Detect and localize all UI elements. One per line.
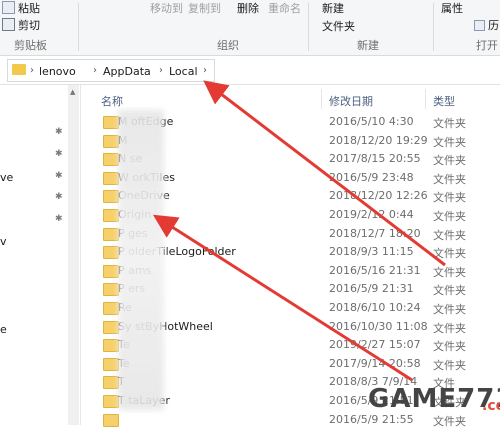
nav-item[interactable]: ve bbox=[0, 171, 13, 184]
file-date: 2017/8/15 20:55 bbox=[329, 152, 421, 166]
chevron-right-icon: › bbox=[30, 65, 34, 76]
properties-button[interactable]: 属性 bbox=[441, 0, 463, 16]
folder-icon bbox=[103, 357, 119, 371]
folder-icon bbox=[103, 264, 119, 278]
rename-button[interactable]: 重命名 bbox=[268, 0, 301, 16]
file-type: 文件夹 bbox=[433, 172, 466, 186]
folder-icon bbox=[103, 339, 119, 353]
group-organize-label: 组织 bbox=[217, 39, 239, 52]
file-date: 2019/2/12 0:44 bbox=[329, 208, 414, 221]
file-type: 文件夹 bbox=[433, 265, 466, 279]
folder-icon bbox=[103, 246, 119, 260]
breadcrumb-appdata[interactable]: AppData bbox=[103, 65, 151, 78]
file-type: 文件夹 bbox=[433, 135, 466, 149]
group-open-label: 打开 bbox=[476, 39, 498, 52]
file-date: 2016/10/30 11:08 bbox=[329, 319, 428, 333]
folder-icon bbox=[12, 64, 26, 75]
address-bar[interactable]: › lenovo › AppData › Local › bbox=[0, 56, 500, 85]
scroll-up-icon[interactable]: ▲ bbox=[70, 88, 75, 96]
file-date: 2018/6/10 10:24 bbox=[329, 301, 421, 314]
paste-button[interactable]: 粘贴 bbox=[2, 0, 40, 16]
column-divider[interactable] bbox=[321, 89, 322, 109]
file-type: 文件夹 bbox=[433, 191, 466, 205]
chevron-right-icon: › bbox=[159, 65, 163, 76]
nav-item[interactable]: v bbox=[0, 235, 7, 248]
file-date: 2016/5/9 23:48 bbox=[329, 170, 414, 184]
new-folder-label-1: 新建 bbox=[322, 2, 344, 15]
file-type: 文件夹 bbox=[433, 340, 466, 354]
watermark-main: GAME773 bbox=[368, 384, 500, 414]
file-date: 2019/2/27 15:07 bbox=[329, 338, 421, 352]
pin-icon[interactable]: ✱ bbox=[55, 149, 63, 159]
file-type: 文件夹 bbox=[433, 358, 466, 372]
delete-button[interactable]: 删除 bbox=[237, 0, 259, 16]
folder-icon bbox=[103, 209, 119, 222]
cut-label: 剪切 bbox=[18, 19, 40, 32]
column-header-date[interactable]: 修改日期 bbox=[329, 93, 373, 109]
nav-item[interactable]: e bbox=[0, 323, 7, 336]
file-type: 文件夹 bbox=[433, 117, 466, 130]
breadcrumb[interactable]: › lenovo › AppData › Local › bbox=[7, 59, 215, 82]
pin-icon[interactable]: ✱ bbox=[55, 171, 63, 181]
file-date: 2016/5/10 4:30 bbox=[329, 115, 414, 128]
cut-button[interactable]: 剪切 bbox=[2, 17, 40, 33]
file-date: 2016/5/16 21:31 bbox=[329, 263, 421, 277]
file-date: 2018/12/20 19:29 bbox=[329, 133, 428, 147]
pin-icon[interactable]: ✱ bbox=[55, 192, 63, 202]
file-type: 文件夹 bbox=[433, 228, 466, 242]
pin-icon[interactable]: ✱ bbox=[55, 127, 63, 137]
group-clipboard-label: 剪贴板 bbox=[14, 39, 47, 52]
file-type: 文件夹 bbox=[433, 303, 466, 316]
copy-to-button[interactable]: 复制到 bbox=[188, 0, 221, 16]
folder-icon bbox=[103, 302, 119, 315]
file-type: 文件夹 bbox=[433, 284, 466, 298]
folder-icon bbox=[103, 134, 119, 148]
folder-icon bbox=[103, 283, 119, 297]
folder-icon bbox=[103, 227, 119, 241]
move-to-button[interactable]: 移动到 bbox=[150, 0, 183, 16]
history-label: 历 bbox=[488, 19, 499, 32]
file-type: 文件夹 bbox=[433, 154, 466, 168]
scissors-icon bbox=[2, 18, 15, 31]
paste-icon bbox=[2, 1, 15, 14]
ribbon-divider bbox=[308, 3, 309, 51]
folder-icon bbox=[103, 376, 119, 390]
file-date: 2018/12/7 18:20 bbox=[329, 226, 421, 240]
watermark-logo: GAME773 .com bbox=[368, 380, 500, 425]
folder-icon bbox=[103, 190, 119, 204]
history-button[interactable]: 历 bbox=[474, 17, 499, 33]
breadcrumb-local[interactable]: Local bbox=[169, 65, 198, 78]
navigation-pane: ✱ ✱ ve ✱ ✱ ✱ v e ▲ bbox=[0, 85, 81, 425]
file-date: 2018/9/3 11:15 bbox=[329, 245, 414, 259]
folder-icon bbox=[103, 153, 119, 167]
ribbon-divider bbox=[433, 3, 434, 51]
ribbon: 粘贴 剪切 剪贴板 移动到 复制到 删除 重命名 组织 新建 文件夹 新建 属性… bbox=[0, 0, 500, 56]
file-date: 2016/5/9 21:31 bbox=[329, 282, 414, 296]
file-type: 文件夹 bbox=[433, 321, 466, 335]
column-divider[interactable] bbox=[425, 89, 426, 109]
paste-label: 粘贴 bbox=[18, 2, 40, 15]
column-header-type[interactable]: 类型 bbox=[433, 93, 455, 109]
column-header-name[interactable]: 名称 bbox=[101, 93, 123, 109]
pin-icon[interactable]: ✱ bbox=[55, 214, 63, 224]
folder-icon bbox=[103, 395, 119, 408]
nav-scrollbar[interactable] bbox=[68, 85, 79, 425]
folder-icon bbox=[103, 116, 119, 129]
breadcrumb-lenovo[interactable]: lenovo bbox=[39, 65, 76, 78]
new-folder-label-2: 文件夹 bbox=[322, 20, 355, 33]
watermark-suffix: .com bbox=[482, 398, 500, 414]
file-date: 2018/12/20 12:26 bbox=[329, 189, 428, 203]
folder-icon bbox=[103, 171, 119, 185]
folder-icon bbox=[103, 320, 119, 334]
file-type: 文件夹 bbox=[433, 210, 466, 223]
chevron-right-icon[interactable]: › bbox=[203, 65, 207, 76]
chevron-right-icon: › bbox=[93, 65, 97, 76]
privacy-blur bbox=[118, 110, 164, 410]
group-new-label: 新建 bbox=[357, 39, 379, 52]
file-type: 文件夹 bbox=[433, 247, 466, 261]
file-date: 2017/9/14 20:58 bbox=[329, 356, 421, 370]
history-icon bbox=[474, 20, 485, 31]
ribbon-divider bbox=[78, 3, 79, 51]
new-folder-button[interactable]: 新建 文件夹 bbox=[322, 0, 355, 34]
